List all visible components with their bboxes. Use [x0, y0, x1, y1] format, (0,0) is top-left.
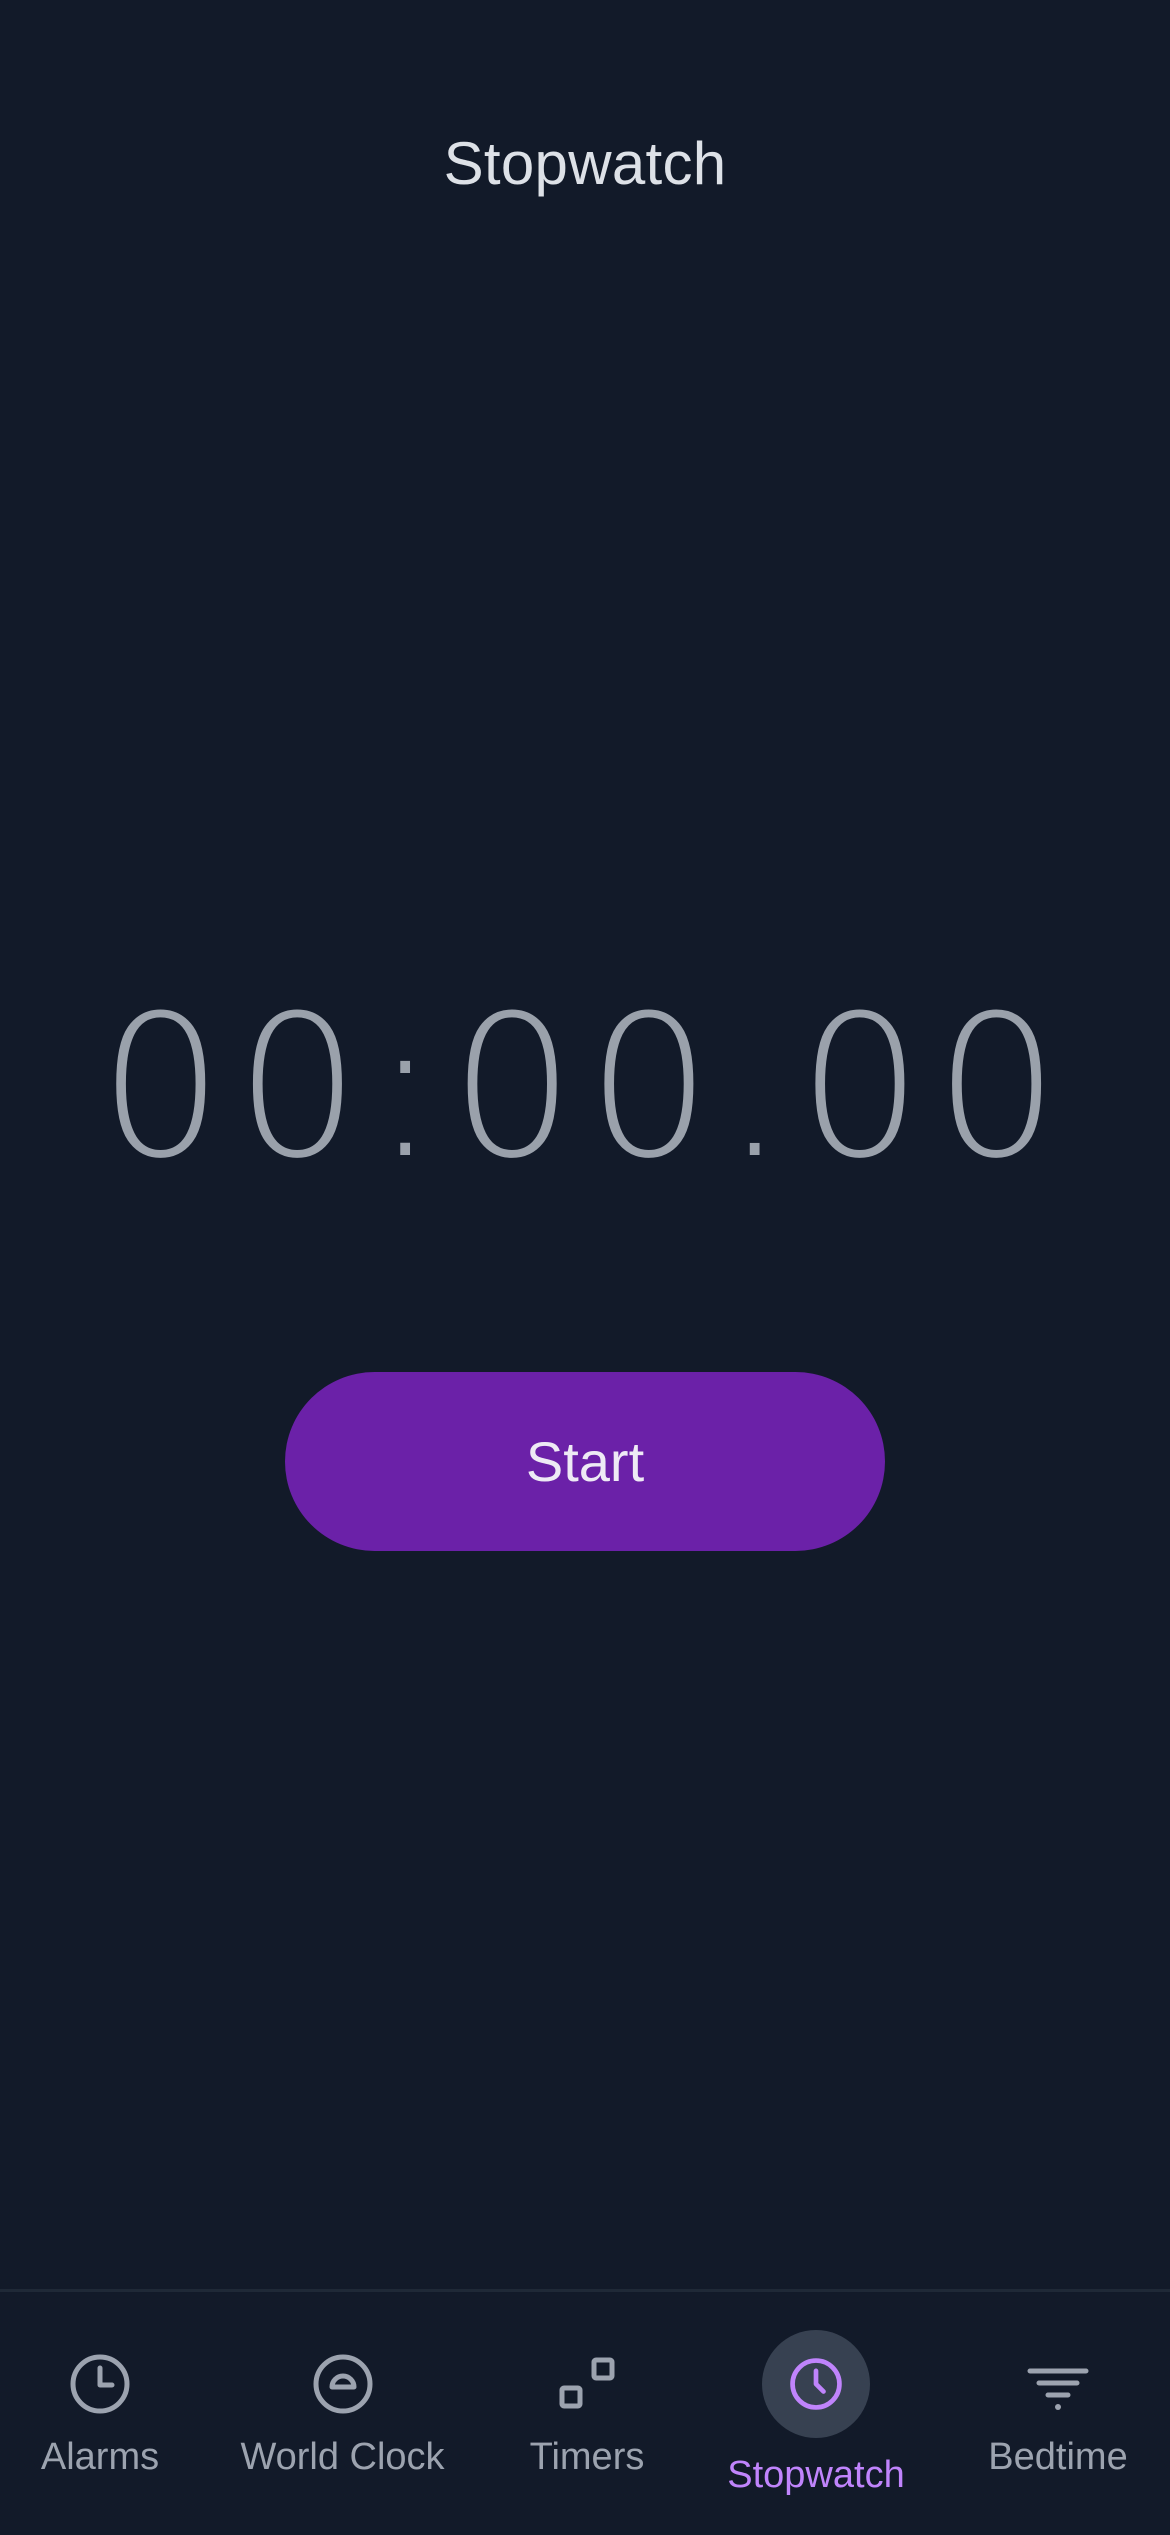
tab-bedtime[interactable]: Bedtime	[958, 2292, 1158, 2535]
alarm-clock-icon	[46, 2330, 154, 2438]
tab-world-clock[interactable]: World Clock	[225, 2292, 460, 2535]
tab-label: World Clock	[240, 2436, 445, 2478]
tab-label: Alarms	[40, 2436, 160, 2478]
tab-timers[interactable]: Timers	[487, 2292, 687, 2535]
start-button[interactable]: Start	[285, 1372, 885, 1551]
stopwatch-icon	[762, 2330, 870, 2438]
timers-icon	[533, 2330, 641, 2438]
tab-alarms[interactable]: Alarms	[0, 2292, 200, 2535]
tab-stopwatch[interactable]: Stopwatch	[710, 2292, 922, 2535]
tab-label: Bedtime	[988, 2436, 1128, 2478]
tab-label: Stopwatch	[727, 2454, 905, 2496]
bottom-tab-bar: Alarms World Clock Timers Stopwatch Bedt…	[0, 2289, 1170, 2535]
page-title: Stopwatch	[443, 130, 727, 197]
elapsed-time-display: 00:00.00	[98, 974, 1072, 1202]
tab-label: Timers	[529, 2436, 645, 2478]
stopwatch-screen: Stopwatch 00:00.00 Start Alarms World Cl…	[0, 0, 1170, 2535]
bedtime-icon	[1004, 2330, 1112, 2438]
globe-icon	[289, 2330, 397, 2438]
